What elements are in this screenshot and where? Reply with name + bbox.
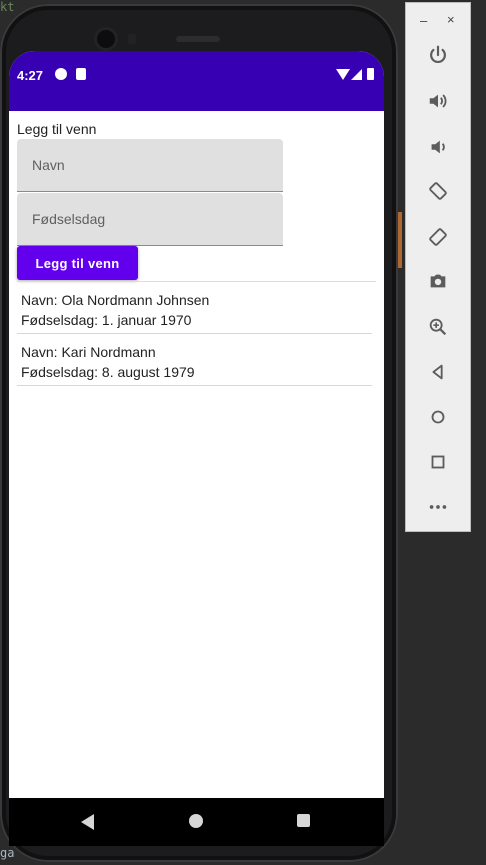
name-input[interactable] bbox=[17, 139, 283, 191]
minimize-button[interactable]: – bbox=[420, 13, 427, 28]
zoom-icon[interactable] bbox=[426, 315, 450, 339]
emulator-toolbar: – × bbox=[405, 2, 471, 532]
birthday-input[interactable] bbox=[17, 193, 283, 245]
friend-birthday: Fødselsdag: 1. januar 1970 bbox=[21, 312, 192, 328]
friend-birthday: Fødselsdag: 8. august 1979 bbox=[21, 364, 195, 380]
recent-apps-icon[interactable] bbox=[297, 814, 310, 827]
earpiece-speaker bbox=[176, 36, 220, 42]
close-button[interactable]: × bbox=[447, 12, 455, 27]
ide-code-fragment: kt bbox=[0, 0, 15, 14]
back-icon[interactable] bbox=[81, 814, 94, 830]
home-icon[interactable] bbox=[189, 814, 203, 828]
back-nav-icon[interactable] bbox=[426, 360, 450, 384]
volume-down-icon[interactable] bbox=[426, 135, 450, 159]
list-item[interactable]: Navn: Kari Nordmann Fødselsdag: 8. augus… bbox=[17, 334, 372, 386]
more-options-icon[interactable] bbox=[426, 495, 450, 519]
rotate-left-icon[interactable] bbox=[426, 179, 450, 203]
add-friend-button[interactable]: Legg til venn bbox=[17, 246, 138, 280]
overview-nav-icon[interactable] bbox=[426, 450, 450, 474]
sd-card-icon bbox=[76, 68, 86, 80]
friend-list: Navn: Ola Nordmann Johnsen Fødselsdag: 1… bbox=[17, 282, 372, 386]
navigation-bar bbox=[9, 798, 384, 846]
status-indicators bbox=[336, 68, 376, 81]
battery-icon bbox=[367, 68, 374, 80]
notification-icon bbox=[55, 68, 67, 80]
friend-name: Navn: Kari Nordmann bbox=[21, 344, 156, 360]
friend-name: Navn: Ola Nordmann Johnsen bbox=[21, 292, 210, 308]
ide-highlight-marker bbox=[398, 212, 402, 268]
rotate-right-icon[interactable] bbox=[426, 225, 450, 249]
front-camera bbox=[97, 30, 115, 48]
camera-icon[interactable] bbox=[426, 269, 450, 293]
list-item[interactable]: Navn: Ola Nordmann Johnsen Fødselsdag: 1… bbox=[17, 282, 372, 334]
wifi-icon bbox=[336, 69, 350, 80]
sensor bbox=[128, 34, 136, 44]
phone-screen: 4:27 Legg til venn Legg til venn Navn: O… bbox=[9, 51, 384, 799]
power-icon[interactable] bbox=[426, 43, 450, 67]
name-field[interactable] bbox=[17, 139, 283, 192]
page-title: Legg til venn bbox=[17, 121, 97, 137]
status-bar: 4:27 bbox=[9, 51, 384, 111]
birthday-field[interactable] bbox=[17, 193, 283, 246]
volume-up-icon[interactable] bbox=[426, 89, 450, 113]
signal-icon bbox=[351, 69, 362, 80]
ide-code-fragment-bottom: ga bbox=[0, 846, 15, 860]
status-time: 4:27 bbox=[17, 68, 44, 83]
home-nav-icon[interactable] bbox=[426, 405, 450, 429]
